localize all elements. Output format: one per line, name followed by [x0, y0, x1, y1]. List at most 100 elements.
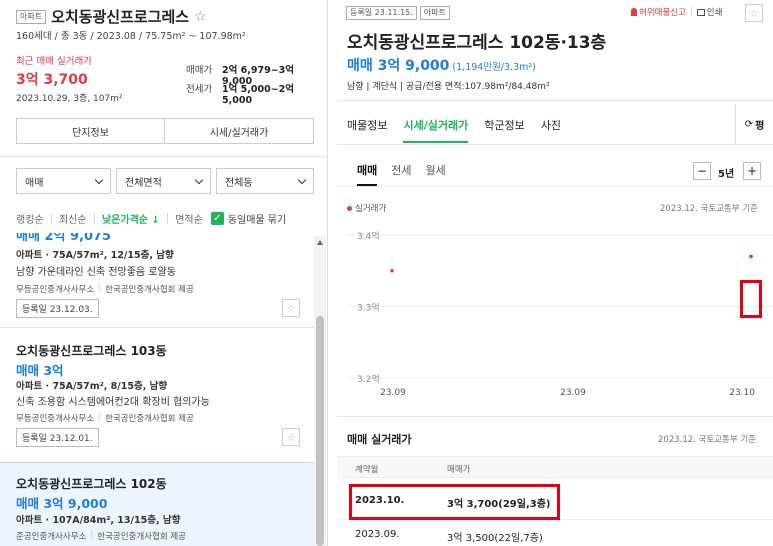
y-tick-label: 3.3억 — [357, 302, 380, 314]
detail-facts: 남향 | 계단식 | 공급/전용 면적:107.98m²/84.48m² — [347, 82, 550, 92]
history-source: 2023.12. 국토교통부 기준 — [658, 435, 756, 445]
detail-tags: 등록일 23.11.15. 아파트 — [346, 6, 450, 20]
registration-date-tag: 등록일 23.11.15. — [346, 6, 417, 20]
list-item[interactable]: 오치동광신프로그레스 103동 매매 3억 아파트 · 75A/57m², 8/… — [0, 328, 314, 462]
listing-desc: 남향 가운데라인 신축 전망좋음 로얄동 — [16, 267, 176, 278]
scroll-up-arrow-icon[interactable] — [317, 240, 323, 245]
chevron-down-icon — [194, 175, 204, 184]
legend-dot-icon — [347, 205, 352, 211]
detail-title: 오치동광신프로그레스 102동·13층 — [347, 33, 607, 53]
x-tick-label: 23.09 — [560, 388, 586, 398]
listing-price: 매매 3억 — [16, 363, 64, 378]
recent-price-value: 3억 3,700 — [16, 72, 88, 88]
listing-agency: 무등공인중개사사무소 — [16, 285, 95, 295]
listing-date: 등록일 23.12.03. — [16, 299, 99, 318]
print-link[interactable]: 인쇄 — [696, 6, 723, 18]
listing-spec: 아파트 · 107A/84m², 13/15층, 남향 — [16, 515, 181, 526]
building-select[interactable]: 전체동 — [216, 168, 314, 194]
group-same-listing-toggle[interactable]: ✓ 동일매물 묶기 — [210, 211, 287, 226]
list-item-selected[interactable]: 오치동광신프로그레스 102동 매매 3억 9,000 아파트 · 107A/8… — [0, 462, 314, 546]
lease-range-value: 1억 5,000~2억 5,000 — [222, 84, 295, 106]
arrow-down-icon: ↓ — [151, 215, 160, 226]
tab-photos[interactable]: 사진 — [541, 117, 561, 133]
area-unit-toggle[interactable]: ⟳ 평 — [735, 104, 773, 144]
report-label: 허위매물신고 — [639, 8, 686, 18]
highlight-box — [740, 280, 762, 318]
group-same-listing-label: 동일매물 묶기 — [227, 215, 287, 226]
listing-agency-row: 무등공인중개사사무소 | 한국공인중개사협회 제공 — [16, 412, 194, 424]
sort-area[interactable]: 면적순 — [175, 211, 203, 226]
lease-range-label: 전세가 — [186, 84, 213, 95]
subtab-sale-label: 매매 — [357, 164, 378, 177]
trade-type-select[interactable]: 매매 — [16, 168, 111, 194]
tab-market-price[interactable]: 시세/실거래가 — [403, 117, 469, 143]
listing-spec: 아파트 · 75A/57m², 12/15층, 남향 — [16, 250, 174, 261]
complex-info-button[interactable]: 단지정보 — [16, 118, 165, 144]
table-row: 2023.09. 3억 3,500(22일,7층) — [337, 520, 773, 546]
detail-price-row: 매매 3억 9,000 (1,194만원/3.3m²) — [347, 55, 536, 75]
favorite-star-icon[interactable]: ☆ — [282, 428, 300, 446]
listing-scroll-area[interactable]: 매매 2억 9,075 아파트 · 75A/57m², 12/15층, 남향 남… — [0, 233, 326, 546]
row-price: 3억 3,500(22일,7층) — [447, 533, 543, 544]
building-value: 전체동 — [225, 177, 253, 189]
period-minus-button[interactable]: − — [693, 162, 711, 180]
listing-agency: 준공인중개사사무소 — [16, 532, 87, 542]
checkbox-checked-icon[interactable]: ✓ — [210, 212, 224, 225]
recent-price-label: 최근 매매 실거래가 — [16, 56, 92, 67]
listing-title: 오치동광신프로그레스 102동 — [16, 477, 167, 491]
siren-icon — [631, 8, 637, 16]
trade-subtabs: 매매 전세 월세 — [357, 162, 446, 186]
property-type-tag: 아파트 — [419, 6, 450, 20]
print-label: 인쇄 — [706, 8, 723, 18]
listing-agency: 무등공인중개사사무소 — [16, 414, 95, 424]
price-chart: 3.4억3.3억3.2억23.09 23.09 23.10 — [347, 230, 773, 398]
detail-price: 매매 3억 9,000 — [347, 58, 450, 74]
listing-desc: 신축 조용함 시스템에어컨2대 확장비 협의가능 — [16, 397, 210, 408]
detail-price-per: (1,194만원/3.3m²) — [452, 62, 536, 73]
col-sale-price: 매매가 — [447, 465, 471, 475]
area-unit-label: 평 — [755, 120, 765, 132]
highlight-box — [349, 484, 560, 520]
chevron-down-icon — [297, 175, 307, 184]
sort-bar: 랭킹순 | 최신순 | 낮은가격순 ↓ | 면적순 ✓ 동일매물 묶기 — [16, 211, 287, 226]
history-title: 매매 실거래가 — [347, 433, 412, 446]
listing-price: 매매 3억 9,000 — [16, 496, 108, 511]
listing-agency-row: 무등공인중개사사무소 | 한국공인중개사협회 제공 — [16, 283, 194, 295]
sort-low-price-label: 낮은가격순 — [101, 215, 148, 226]
legend-label: 실거래가 — [355, 204, 387, 214]
report-fake-listing-link[interactable]: 허위매물신고 — [631, 6, 686, 18]
detail-tabs: 매물정보 시세/실거래가 학군정보 사진 — [347, 117, 561, 143]
subtab-monthly[interactable]: 월세 — [426, 162, 446, 178]
refresh-icon: ⟳ — [744, 118, 754, 130]
list-item[interactable]: 매매 2억 9,075 아파트 · 75A/57m², 12/15층, 남향 남… — [0, 233, 314, 327]
chart-legend: 실거래가 — [347, 202, 386, 214]
tab-market-price-label: 시세/실거래가 — [403, 119, 469, 132]
area-select[interactable]: 전체면적 — [116, 168, 211, 194]
subtab-lease[interactable]: 전세 — [391, 162, 411, 178]
col-contract-month: 계약월 — [355, 465, 379, 475]
favorite-star-icon[interactable]: ☆ — [745, 4, 763, 22]
subtab-sale[interactable]: 매매 — [357, 162, 378, 186]
sort-low-price[interactable]: 낮은가격순 ↓ — [102, 211, 160, 226]
tab-school-info[interactable]: 학군정보 — [484, 117, 524, 133]
x-tick-label: 23.10 — [729, 388, 755, 398]
sale-range-label: 매매가 — [186, 65, 213, 76]
print-icon — [696, 8, 705, 16]
market-price-button[interactable]: 시세/실거래가 — [164, 118, 314, 144]
scrollbar[interactable] — [314, 236, 326, 546]
history-table-header: 계약월 매매가 — [337, 456, 773, 478]
favorite-star-icon[interactable]: ☆ — [282, 299, 300, 317]
right-panel: 등록일 23.11.15. 아파트 허위매물신고 | 인쇄 ☆ 오치동광신프로그… — [337, 0, 773, 546]
sort-ranking[interactable]: 랭킹순 — [16, 211, 44, 226]
period-plus-button[interactable]: + — [743, 162, 761, 180]
chart-source: 2023.12. 국토교통부 기준 — [660, 204, 758, 214]
recent-price-detail: 2023.10.29, 3층, 107m² — [16, 94, 123, 104]
tab-listing-info[interactable]: 매물정보 — [347, 117, 387, 133]
favorite-star-icon[interactable]: ☆ — [194, 9, 207, 25]
scrollbar-thumb[interactable] — [316, 316, 324, 546]
trade-type-value: 매매 — [25, 177, 44, 189]
sort-newest[interactable]: 최신순 — [59, 211, 87, 226]
row-month: 2023.09. — [355, 529, 400, 540]
y-tick-label: 3.4억 — [357, 230, 380, 242]
detail-actions: 허위매물신고 | 인쇄 — [631, 6, 722, 18]
